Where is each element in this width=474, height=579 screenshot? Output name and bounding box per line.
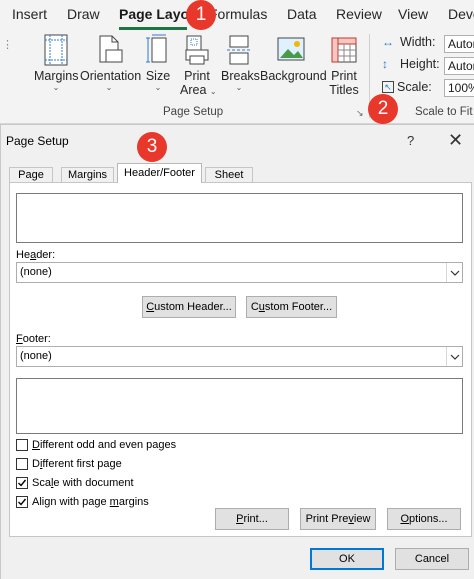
options-button[interactable]: Options... [387, 508, 461, 530]
print-area-chevron-icon: ⌄ [209, 87, 217, 96]
different-first-page-label: Different first page [32, 458, 122, 470]
footer-preview [16, 378, 463, 434]
page-setup-group-label: Page Setup [163, 106, 224, 118]
scale-to-fit-group-label: Scale to Fit [415, 106, 473, 118]
tab-view[interactable]: View [398, 6, 428, 22]
print-area-label-1: Print [184, 69, 210, 83]
orientation-icon [99, 35, 123, 63]
ribbon-overflow-icon: ⋮ [2, 39, 13, 51]
height-arrows-icon: ↕ [382, 56, 388, 71]
step-badge-3: 3 [137, 132, 167, 162]
footer-dropdown-value: (none) [20, 350, 52, 362]
header-dropdown[interactable]: (none) [16, 262, 463, 283]
size-label: Size [145, 69, 171, 83]
chevron-down-icon[interactable] [446, 347, 462, 366]
margins-icon [44, 34, 68, 66]
custom-header-button[interactable]: Custom Header... [142, 296, 236, 318]
cancel-button[interactable]: Cancel [395, 548, 469, 570]
scale-label: Scale: [397, 80, 432, 94]
background-image-icon [277, 37, 305, 61]
checkmark-icon [18, 498, 27, 506]
breaks-chevron-icon: ⌄ [235, 83, 243, 92]
tab-developer[interactable]: Deve [448, 6, 474, 22]
header-preview [16, 193, 463, 243]
width-control: ↔ Width: [382, 35, 435, 49]
dialog-title: Page Setup [6, 134, 69, 148]
breaks-label: Breaks [221, 69, 260, 83]
different-first-page-checkbox[interactable] [16, 458, 28, 470]
print-area-icon [185, 35, 209, 65]
scale-with-document-checkbox[interactable] [16, 477, 28, 489]
breaks-icon [227, 35, 251, 65]
width-select[interactable]: Automatic [444, 35, 474, 53]
scale-input[interactable]: 100% [444, 79, 474, 97]
width-arrows-icon: ↔ [382, 34, 394, 49]
orientation-label: Orientation [80, 69, 142, 83]
checkmark-icon [18, 479, 27, 487]
scale-icon: ↖ [382, 81, 394, 93]
height-select[interactable]: Automatic [444, 57, 474, 75]
tab-sheet[interactable]: Sheet [205, 167, 253, 183]
header-footer-panel: Header: (none) Custom Header... Custom F… [9, 182, 472, 537]
size-icon [146, 34, 167, 63]
tab-data[interactable]: Data [287, 6, 317, 22]
tab-review[interactable]: Review [336, 6, 382, 22]
step-badge-1: 1 [186, 0, 216, 30]
print-titles-label-1: Print [331, 69, 357, 83]
print-titles-label-2: Titles [329, 83, 359, 97]
orientation-chevron-icon: ⌄ [105, 83, 113, 92]
margins-label: Margins [34, 69, 79, 83]
print-area-label-2: Area [180, 83, 207, 97]
align-with-margins-checkbox[interactable] [16, 496, 28, 508]
margins-button[interactable]: Margins ⌄ [34, 34, 78, 93]
close-icon[interactable]: ✕ [448, 130, 463, 151]
margins-chevron-icon: ⌄ [52, 83, 60, 92]
different-odd-even-option[interactable]: Different odd and even pages [16, 439, 176, 451]
orientation-button[interactable]: Orientation ⌄ [80, 34, 142, 93]
scale-control: ↖ Scale: [382, 80, 432, 94]
header-dropdown-value: (none) [20, 266, 52, 278]
print-area-button[interactable]: Print Area ⌄ [180, 34, 217, 99]
scale-with-document-label: Scale with document [32, 477, 134, 489]
page-setup-dialog: Page Setup ? ✕ Page Margins Header/Foote… [0, 124, 474, 579]
width-label: Width: [400, 35, 436, 49]
screenshot-root: Insert Draw Page Layout Formulas Data Re… [0, 0, 474, 579]
tab-page[interactable]: Page [9, 167, 53, 183]
print-preview-button[interactable]: Print Preview [300, 508, 376, 530]
ribbon-body: ⋮ Margins ⌄ Orientation ⌄ Size ⌄ Print A… [0, 30, 474, 124]
help-button[interactable]: ? [407, 133, 414, 148]
size-chevron-icon: ⌄ [154, 83, 162, 92]
different-odd-even-checkbox[interactable] [16, 439, 28, 451]
breaks-button[interactable]: Breaks ⌄ [221, 34, 260, 93]
tab-header-footer[interactable]: Header/Footer [117, 163, 202, 183]
tab-formulas[interactable]: Formulas [209, 6, 267, 22]
align-with-margins-option[interactable]: Align with page margins [16, 496, 149, 508]
footer-dropdown[interactable]: (none) [16, 346, 463, 367]
height-label: Height: [400, 57, 440, 71]
align-with-margins-label: Align with page margins [32, 496, 149, 508]
page-setup-dialog-launcher-icon[interactable]: ↘ [356, 108, 364, 119]
ok-button[interactable]: OK [310, 548, 384, 570]
height-control: ↕ Height: [382, 57, 440, 71]
print-button[interactable]: Print... [215, 508, 289, 530]
background-label: Background [260, 69, 327, 83]
print-titles-button[interactable]: Print Titles [328, 34, 360, 97]
different-first-page-option[interactable]: Different first page [16, 458, 122, 470]
footer-label: Footer: [16, 333, 51, 345]
header-label: Header: [16, 249, 56, 261]
chevron-down-icon[interactable] [446, 263, 462, 282]
tab-draw[interactable]: Draw [67, 6, 100, 22]
background-button[interactable]: Background [260, 34, 327, 83]
different-odd-even-label: Different odd and even pages [32, 439, 177, 451]
tab-insert[interactable]: Insert [12, 6, 47, 22]
tab-margins[interactable]: Margins [61, 167, 114, 183]
custom-footer-button[interactable]: Custom Footer... [246, 296, 337, 318]
print-titles-icon [331, 37, 357, 63]
size-button[interactable]: Size ⌄ [143, 34, 173, 93]
step-badge-2: 2 [368, 94, 398, 124]
scale-with-document-option[interactable]: Scale with document [16, 477, 134, 489]
ribbon-tab-bar: Insert Draw Page Layout Formulas Data Re… [0, 0, 474, 30]
